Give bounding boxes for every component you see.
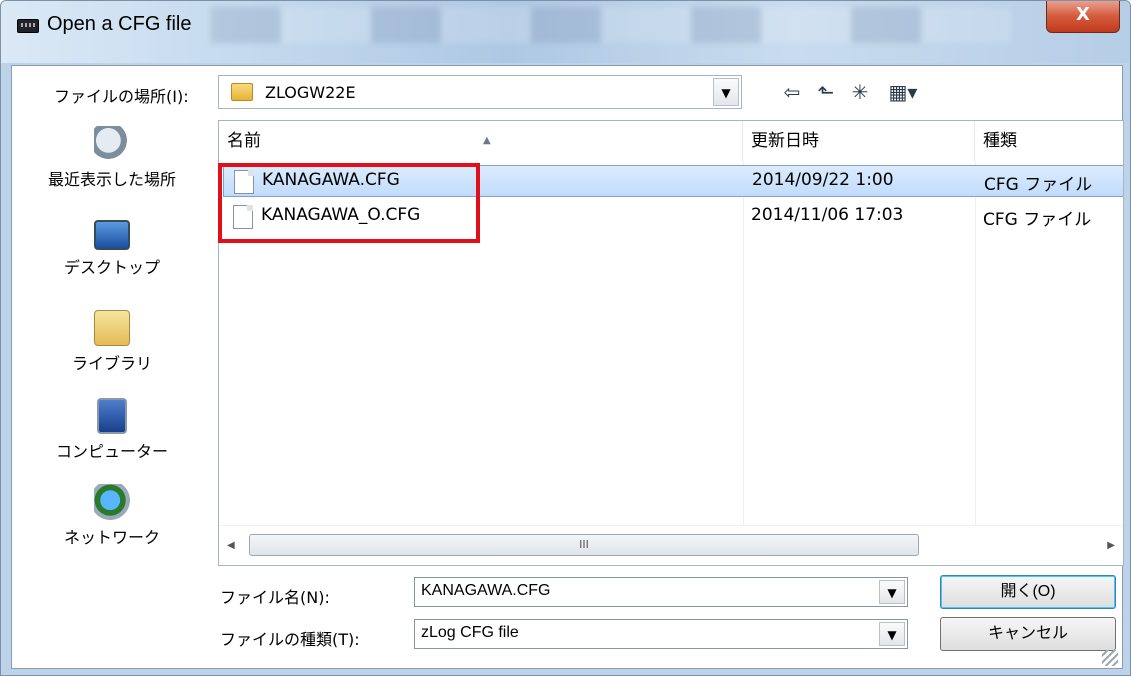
column-header-date[interactable]: 更新日時 [743,121,975,161]
place-libraries[interactable]: ライブラリ [12,310,212,374]
place-label: ライブラリ [71,354,152,373]
cancel-button[interactable]: キャンセル [940,617,1116,651]
file-type: CFG ファイル [983,210,1092,230]
up-folder-icon[interactable]: ⬑ [811,78,841,106]
open-file-dialog: Open a CFG file X ファイルの場所(I): ZLOGW22E ▼… [0,0,1131,676]
filetype-select[interactable]: zLog CFG file ▼ [414,619,908,649]
filename-value: KANAGAWA.CFG [421,582,551,599]
place-label: デスクトップ [63,258,160,277]
resize-grip-icon[interactable] [1102,650,1118,666]
chevron-down-icon[interactable]: ▼ [713,78,739,106]
place-recent[interactable]: 最近表示した場所 [12,126,212,190]
column-header-type[interactable]: 種類 [975,121,1123,161]
place-label: コンピューター [55,442,168,461]
window-title: Open a CFG file [47,13,192,35]
filename-label: ファイル名(N): [220,588,330,607]
look-in-label: ファイルの場所(I): [54,87,189,106]
filename-field[interactable]: KANAGAWA.CFG ▼ [414,577,908,607]
file-date: 2014/11/06 17:03 [751,205,904,225]
app-icon [17,19,39,33]
filetype-value: zLog CFG file [421,624,519,641]
title-bar: Open a CFG file X [1,1,1130,63]
file-type: CFG ファイル [984,175,1093,195]
scroll-thumb[interactable]: III [249,534,919,556]
annotation-highlight [218,163,480,243]
place-label: ネットワーク [63,528,160,547]
chevron-down-icon[interactable]: ▼ [879,580,905,604]
place-desktop[interactable]: デスクトップ [12,220,212,278]
new-folder-icon[interactable]: ✳ [845,78,875,106]
scroll-right-icon[interactable]: ▶ [1107,540,1115,551]
computer-icon [97,398,127,434]
open-button[interactable]: 開く(O) [940,575,1116,609]
look-in-combo[interactable]: ZLOGW22E ▼ [218,75,742,109]
place-computer[interactable]: コンピューター [12,398,212,462]
scroll-left-icon[interactable]: ◀ [227,540,235,551]
place-label: 最近表示した場所 [47,170,176,189]
view-menu-icon[interactable]: ▦▾ [881,78,925,106]
folder-icon [231,83,253,101]
horizontal-scrollbar[interactable]: ◀ III ▶ [219,525,1123,565]
recent-places-icon [94,126,130,162]
desktop-icon [94,220,130,250]
network-icon [94,484,130,520]
file-date: 2014/09/22 1:00 [752,170,894,190]
column-header-name[interactable]: 名前 ▲ [219,121,743,161]
place-network[interactable]: ネットワーク [12,484,212,548]
chevron-down-icon[interactable]: ▼ [879,622,905,646]
libraries-icon [94,310,130,346]
column-name-label: 名前 [227,131,261,151]
titlebar-glass [211,7,1011,43]
close-button[interactable]: X [1046,1,1120,33]
places-bar: 最近表示した場所 デスクトップ ライブラリ コンピューター ネットワーク [12,120,212,590]
back-icon[interactable]: ⇦ [777,78,807,106]
sort-ascending-icon: ▲ [483,135,491,146]
look-in-value: ZLOGW22E [265,83,356,102]
dialog-body: ファイルの場所(I): ZLOGW22E ▼ ⇦ ⬑ ✳ ▦▾ 最近表示した場所… [11,65,1124,669]
filetype-label: ファイルの種類(T): [220,630,360,649]
